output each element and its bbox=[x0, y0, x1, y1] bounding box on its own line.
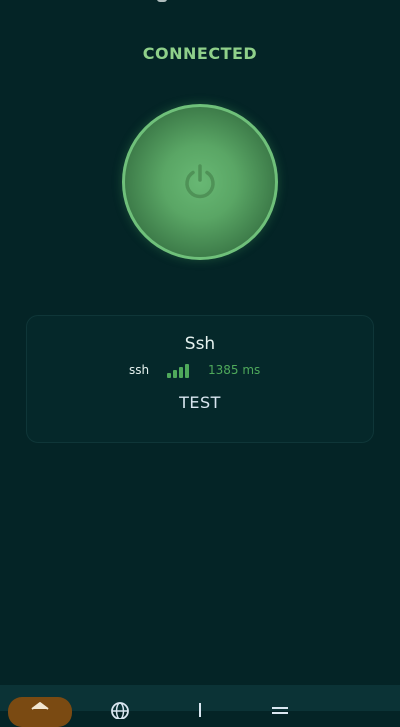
nav-add[interactable] bbox=[168, 697, 232, 721]
signal-bar bbox=[179, 367, 183, 378]
nav-home[interactable] bbox=[8, 697, 72, 727]
signal-strength-icon bbox=[167, 362, 191, 378]
plus-icon bbox=[199, 703, 201, 717]
server-card[interactable]: Ssh ssh 1385 ms TEST bbox=[26, 315, 374, 443]
signal-bar bbox=[185, 364, 189, 378]
server-meta: ssh 1385 ms bbox=[27, 362, 373, 380]
server-ping: 1385 ms bbox=[208, 363, 261, 377]
power-icon bbox=[185, 164, 215, 199]
connection-status: CONNECTED bbox=[142, 44, 258, 63]
signal-bar bbox=[173, 370, 177, 378]
server-name: Ssh bbox=[184, 334, 216, 354]
menu-icon bbox=[272, 707, 288, 714]
server-protocol: ssh bbox=[129, 363, 150, 377]
signal-bar bbox=[167, 373, 171, 378]
globe-icon bbox=[111, 702, 129, 719]
top-bar-fragment bbox=[157, 0, 167, 2]
test-button[interactable]: TEST bbox=[27, 393, 373, 412]
nav-servers[interactable] bbox=[88, 697, 152, 721]
power-button[interactable] bbox=[122, 104, 278, 260]
bottom-navigation bbox=[0, 685, 400, 727]
nav-menu[interactable] bbox=[248, 697, 312, 721]
home-icon bbox=[31, 702, 49, 710]
